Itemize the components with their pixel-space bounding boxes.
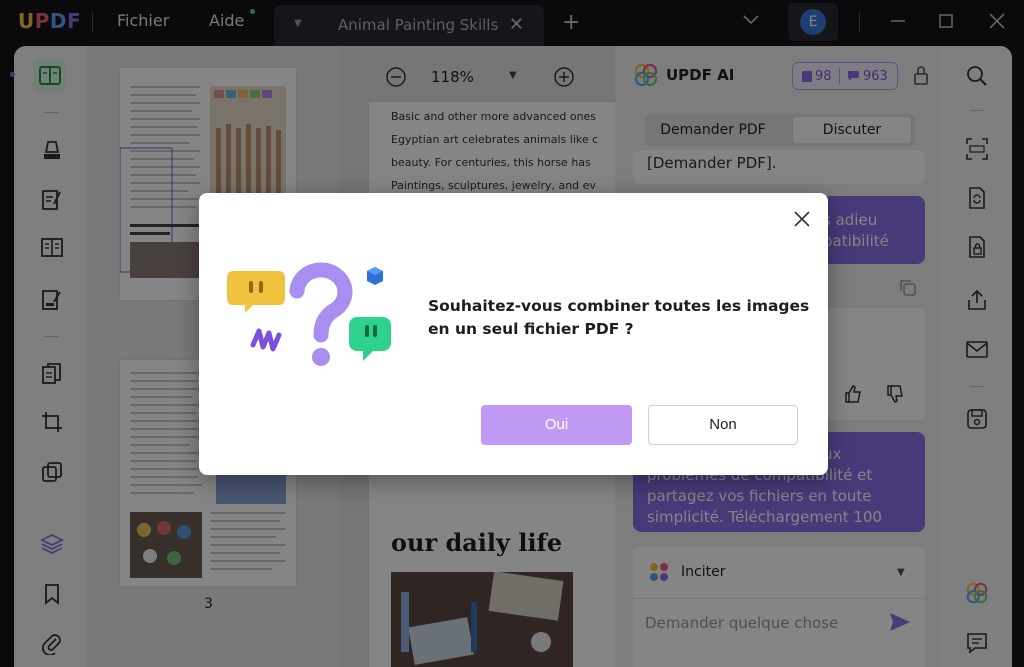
dialog-message-line: Souhaitez-vous combiner toutes les image…: [428, 297, 810, 315]
combine-images-dialog: Souhaitez-vous combiner toutes les image…: [199, 193, 828, 475]
yes-button[interactable]: Oui: [481, 405, 632, 445]
dialog-close-icon[interactable]: [791, 208, 813, 230]
dialog-message: Souhaitez-vous combiner toutes les image…: [428, 295, 809, 341]
question-illustration-icon: [227, 262, 391, 366]
no-button[interactable]: Non: [648, 405, 798, 445]
dialog-message-line: en un seul fichier PDF ?: [428, 320, 634, 338]
